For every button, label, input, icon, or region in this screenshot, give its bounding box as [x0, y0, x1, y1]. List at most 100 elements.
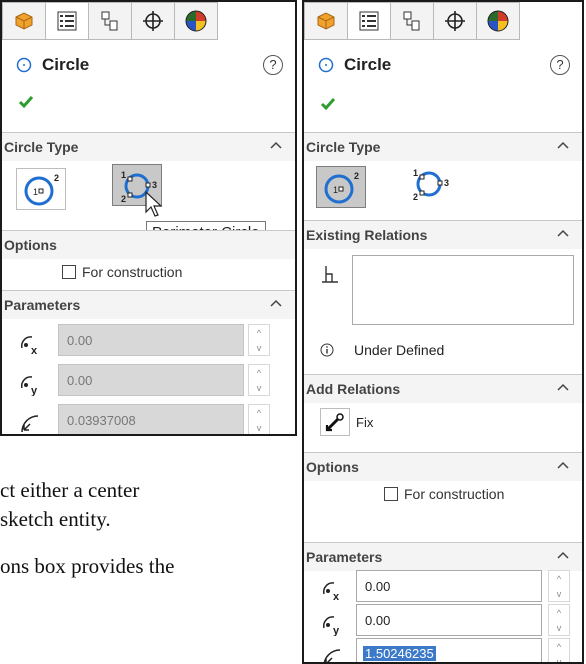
section-title: Add Relations: [306, 381, 401, 397]
parameters-section-header[interactable]: Parameters: [304, 542, 582, 571]
svg-text:x: x: [333, 591, 340, 602]
perimeter-circle-button[interactable]: 1 3 2: [404, 162, 454, 204]
property-manager-tab[interactable]: [45, 2, 89, 40]
section-title: Options: [306, 459, 359, 475]
y-spinner[interactable]: ^ v: [248, 364, 270, 396]
x-coordinate-row: x ^v: [2, 324, 295, 360]
x-spinner[interactable]: ^ v: [548, 570, 570, 602]
y-spinner[interactable]: ^ v: [548, 604, 570, 636]
display-manager-tab[interactable]: [476, 2, 520, 40]
existing-relations-list[interactable]: [352, 255, 574, 325]
center-circle-icon: 1 2: [24, 173, 59, 206]
section-title: Parameters: [306, 549, 383, 565]
center-circle-button[interactable]: 1 2: [316, 166, 366, 208]
body-text-line: ct either a center: [0, 478, 140, 502]
relation-icon: [322, 266, 338, 283]
radius-input[interactable]: 1.50246235: [356, 638, 542, 662]
info-icon: [320, 343, 334, 357]
left-property-manager: Circle ? Circle Type 1 2 1 3 2 Perimeter…: [0, 0, 297, 436]
circle-type-section-header[interactable]: Circle Type: [2, 132, 295, 161]
circle-type-section-header[interactable]: Circle Type: [304, 132, 582, 161]
chevron-up-icon[interactable]: [556, 549, 570, 561]
radius-spinner[interactable]: ^ v: [548, 638, 570, 662]
configuration-manager-icon: [403, 11, 420, 31]
feature-manager-icon: [317, 12, 335, 30]
y-coordinate-row: y ^v: [2, 364, 295, 400]
chevron-up-icon[interactable]: [556, 227, 570, 239]
pm-header: Circle ?: [2, 44, 295, 86]
chevron-up-icon[interactable]: [556, 459, 570, 471]
chevron-up-icon[interactable]: [556, 381, 570, 393]
ok-checkmark-icon[interactable]: [18, 95, 34, 109]
manager-tabs: [304, 2, 582, 42]
pm-title: Circle: [344, 55, 392, 74]
feature-manager-tab[interactable]: [304, 2, 348, 40]
crosshair-icon: [143, 11, 163, 31]
add-relations-section-header[interactable]: Add Relations: [304, 374, 582, 403]
crosshair-icon: [445, 11, 465, 31]
pm-title: Circle: [42, 55, 90, 74]
section-title: Existing Relations: [306, 227, 428, 243]
radius-icon: [21, 415, 39, 433]
parameters-section-header[interactable]: Parameters: [2, 290, 295, 319]
svg-text:1: 1: [33, 187, 38, 197]
body-text-line: ons box provides the: [0, 554, 175, 578]
selected-radius-text[interactable]: 1.50246235: [363, 646, 436, 661]
configuration-manager-tab[interactable]: [88, 2, 132, 40]
dimxpert-manager-tab[interactable]: [131, 2, 175, 40]
help-button[interactable]: ?: [550, 55, 570, 75]
chevron-up-icon[interactable]: [556, 139, 570, 151]
manager-tabs: [2, 2, 295, 42]
fix-relation-button[interactable]: Fix: [320, 408, 373, 436]
status-label: Under Defined: [354, 342, 445, 358]
ok-checkmark-icon[interactable]: [320, 97, 336, 111]
perimeter-circle-icon: 1 3 2: [413, 168, 449, 202]
checkbox-box[interactable]: [384, 487, 398, 501]
fix-icon-box[interactable]: [320, 408, 350, 436]
center-circle-button[interactable]: 1 2: [16, 168, 66, 210]
fix-label: Fix: [356, 414, 374, 430]
radius-icon: [323, 649, 341, 662]
center-y-icon: y: [323, 616, 340, 636]
x-spinner[interactable]: ^ v: [248, 324, 270, 356]
svg-text:3: 3: [444, 178, 449, 188]
display-manager-tab[interactable]: [174, 2, 218, 40]
svg-text:2: 2: [54, 173, 59, 183]
section-title: Circle Type: [306, 139, 381, 155]
center-y-input[interactable]: [58, 364, 244, 396]
radius-input[interactable]: [58, 404, 244, 434]
chevron-up-icon[interactable]: [269, 297, 283, 309]
options-section-header[interactable]: Options: [304, 452, 582, 481]
svg-text:1: 1: [121, 170, 126, 180]
property-manager-tab[interactable]: [347, 2, 391, 40]
dimxpert-manager-tab[interactable]: [433, 2, 477, 40]
y-coordinate-row: y ^v: [304, 604, 582, 640]
x-coordinate-row: x ^v: [304, 570, 582, 606]
display-manager-icon: [487, 10, 509, 32]
svg-text:2: 2: [413, 192, 418, 202]
for-construction-checkbox[interactable]: For construction: [62, 264, 182, 280]
center-circle-icon: 1 2: [324, 171, 359, 204]
center-x-icon: x: [21, 336, 38, 356]
feature-manager-tab[interactable]: [2, 2, 46, 40]
help-button[interactable]: ?: [263, 55, 283, 75]
svg-text:2: 2: [354, 171, 359, 181]
configuration-manager-icon: [101, 11, 118, 31]
center-x-input[interactable]: [356, 570, 542, 602]
right-property-manager: Circle ? Circle Type 1 2 1 3 2 Existing …: [302, 0, 584, 664]
section-title: Parameters: [4, 297, 81, 313]
section-title: Options: [4, 237, 57, 253]
section-title: Circle Type: [4, 139, 79, 155]
center-y-icon: y: [21, 376, 38, 396]
center-y-input[interactable]: [356, 604, 542, 636]
pm-header: Circle ?: [304, 44, 582, 86]
radius-spinner[interactable]: ^ v: [248, 404, 270, 434]
configuration-manager-tab[interactable]: [390, 2, 434, 40]
for-construction-checkbox[interactable]: For construction: [384, 486, 504, 502]
svg-text:y: y: [333, 625, 340, 636]
options-section-header[interactable]: Options: [2, 230, 295, 259]
center-x-input[interactable]: [58, 324, 244, 356]
checkbox-box[interactable]: [62, 265, 76, 279]
existing-relations-section-header[interactable]: Existing Relations: [304, 220, 582, 249]
chevron-up-icon[interactable]: [269, 139, 283, 151]
